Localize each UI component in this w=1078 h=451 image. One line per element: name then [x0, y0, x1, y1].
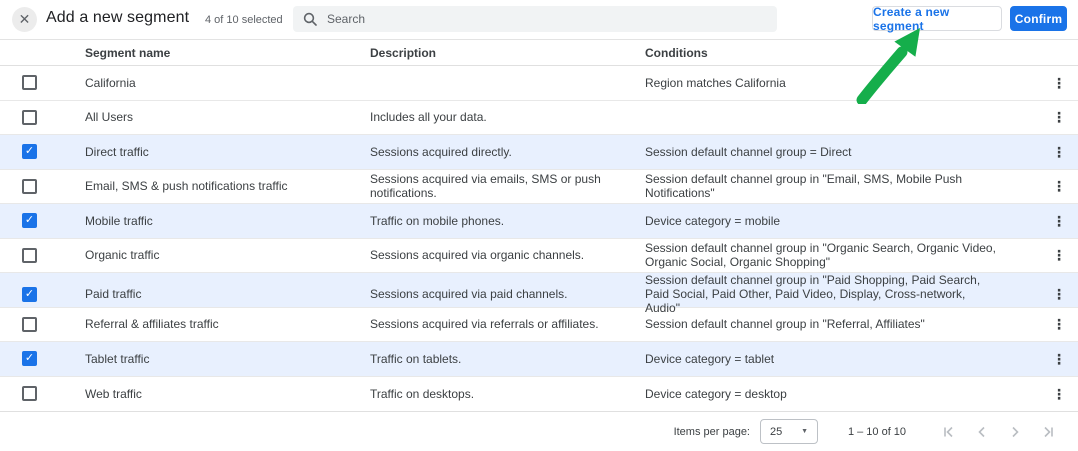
- segment-conditions: Device category = desktop: [645, 386, 787, 401]
- row-checkbox[interactable]: [22, 75, 37, 91]
- pagination-bar: Items per page: 25 ▼ 1 – 10 of 10: [0, 412, 1078, 451]
- items-per-page-value: 25: [770, 425, 783, 438]
- segment-description: Sessions acquired directly.: [370, 144, 512, 159]
- segment-description: Sessions acquired via organic channels.: [370, 248, 585, 263]
- column-header-conditions: Conditions: [645, 45, 708, 60]
- segment-conditions: Session default channel group = Direct: [645, 144, 852, 159]
- add-segment-dialog: ✕ Add a new segment 4 of 10 selected Cre…: [0, 0, 1078, 451]
- segment-description: Sessions acquired via paid channels.: [370, 287, 568, 301]
- kebab-menu-icon[interactable]: ⋮: [1052, 214, 1066, 228]
- selection-status: 4 of 10 selected: [205, 14, 283, 26]
- row-checkbox[interactable]: [22, 316, 37, 332]
- segment-description: Includes all your data.: [370, 110, 487, 125]
- row-checkbox[interactable]: [22, 109, 37, 125]
- table-row[interactable]: Mobile traffic Traffic on mobile phones.…: [0, 204, 1078, 239]
- dialog-header: ✕ Add a new segment 4 of 10 selected Cre…: [0, 0, 1078, 40]
- row-checkbox[interactable]: [22, 286, 37, 302]
- create-a-new-segment-button[interactable]: Create a new segment: [872, 5, 1002, 33]
- segment-name: Paid traffic: [85, 287, 142, 301]
- segment-conditions: Session default channel group in "Paid S…: [645, 273, 981, 315]
- row-checkbox[interactable]: [22, 386, 37, 402]
- segment-name: Referral & affiliates traffic: [85, 317, 219, 332]
- table-row[interactable]: Tablet traffic Traffic on tablets. Devic…: [0, 342, 1078, 377]
- kebab-menu-icon[interactable]: ⋮: [1052, 352, 1066, 366]
- table-row[interactable]: California Region matches California ⋮: [0, 66, 1078, 101]
- previous-page-icon[interactable]: [965, 420, 998, 444]
- segment-table-body: California Region matches California ⋮ A…: [0, 66, 1078, 412]
- segment-conditions: Device category = mobile: [645, 213, 781, 228]
- segment-name: Tablet traffic: [85, 351, 150, 366]
- segment-name: Mobile traffic: [85, 213, 153, 228]
- pager-controls: [932, 420, 1064, 444]
- row-checkbox[interactable]: [22, 247, 37, 263]
- segment-description: Traffic on tablets.: [370, 351, 462, 366]
- segment-description: Traffic on desktops.: [370, 386, 475, 401]
- table-row[interactable]: Direct traffic Sessions acquired directl…: [0, 135, 1078, 170]
- segment-conditions: Device category = tablet: [645, 351, 775, 366]
- items-per-page-select[interactable]: 25 ▼: [760, 419, 818, 444]
- items-per-page-label: Items per page:: [673, 425, 750, 438]
- row-checkbox[interactable]: [22, 144, 37, 160]
- segment-conditions: Session default channel group in "Referr…: [645, 317, 925, 332]
- segment-name: All Users: [85, 110, 134, 125]
- table-row[interactable]: Web traffic Traffic on desktops. Device …: [0, 376, 1078, 411]
- segment-name: Web traffic: [85, 386, 142, 401]
- column-header-segment-name: Segment name: [85, 45, 171, 60]
- page-range-text: 1 – 10 of 10: [847, 425, 907, 438]
- segment-name: Direct traffic: [85, 144, 149, 159]
- row-checkbox[interactable]: [22, 351, 37, 367]
- dropdown-caret-icon: ▼: [801, 428, 808, 435]
- row-checkbox[interactable]: [22, 213, 37, 229]
- next-page-icon[interactable]: [998, 420, 1031, 444]
- search-input[interactable]: [327, 12, 767, 26]
- segment-description: Sessions acquired via referrals or affil…: [370, 317, 599, 332]
- segment-name: California: [85, 75, 136, 90]
- kebab-menu-icon[interactable]: ⋮: [1052, 317, 1066, 331]
- table-row[interactable]: Organic traffic Sessions acquired via or…: [0, 238, 1078, 273]
- row-checkbox[interactable]: [22, 178, 37, 194]
- first-page-icon[interactable]: [932, 420, 965, 444]
- kebab-menu-icon[interactable]: ⋮: [1052, 387, 1066, 401]
- segment-conditions: Session default channel group in "Organi…: [645, 241, 996, 270]
- table-row[interactable]: Paid traffic Sessions acquired via paid …: [0, 273, 1078, 315]
- table-row[interactable]: Email, SMS & push notifications traffic …: [0, 169, 1078, 204]
- kebab-menu-icon[interactable]: ⋮: [1052, 179, 1066, 193]
- table-row[interactable]: All Users Includes all your data. ⋮: [0, 100, 1078, 135]
- column-header-description: Description: [370, 45, 437, 60]
- table-header-row: Segment name Description Conditions: [0, 40, 1078, 66]
- last-page-icon[interactable]: [1031, 420, 1064, 444]
- kebab-menu-icon[interactable]: ⋮: [1052, 110, 1066, 124]
- segment-name: Email, SMS & push notifications traffic: [85, 179, 288, 194]
- segment-description: Sessions acquired via emails, SMS or pus…: [370, 172, 601, 201]
- confirm-button[interactable]: Confirm: [1010, 6, 1067, 31]
- segment-description: Traffic on mobile phones.: [370, 213, 505, 228]
- segment-name: Organic traffic: [85, 248, 160, 263]
- page-title: Add a new segment: [46, 9, 190, 26]
- segment-conditions: Region matches California: [645, 75, 786, 90]
- search-icon: [303, 12, 317, 26]
- search-box[interactable]: [293, 6, 777, 32]
- kebab-menu-icon[interactable]: ⋮: [1052, 248, 1066, 262]
- kebab-menu-icon[interactable]: ⋮: [1052, 76, 1066, 90]
- kebab-menu-icon[interactable]: ⋮: [1052, 287, 1066, 301]
- kebab-menu-icon[interactable]: ⋮: [1052, 145, 1066, 159]
- close-icon[interactable]: ✕: [12, 7, 37, 32]
- segment-conditions: Session default channel group in "Email,…: [645, 172, 963, 201]
